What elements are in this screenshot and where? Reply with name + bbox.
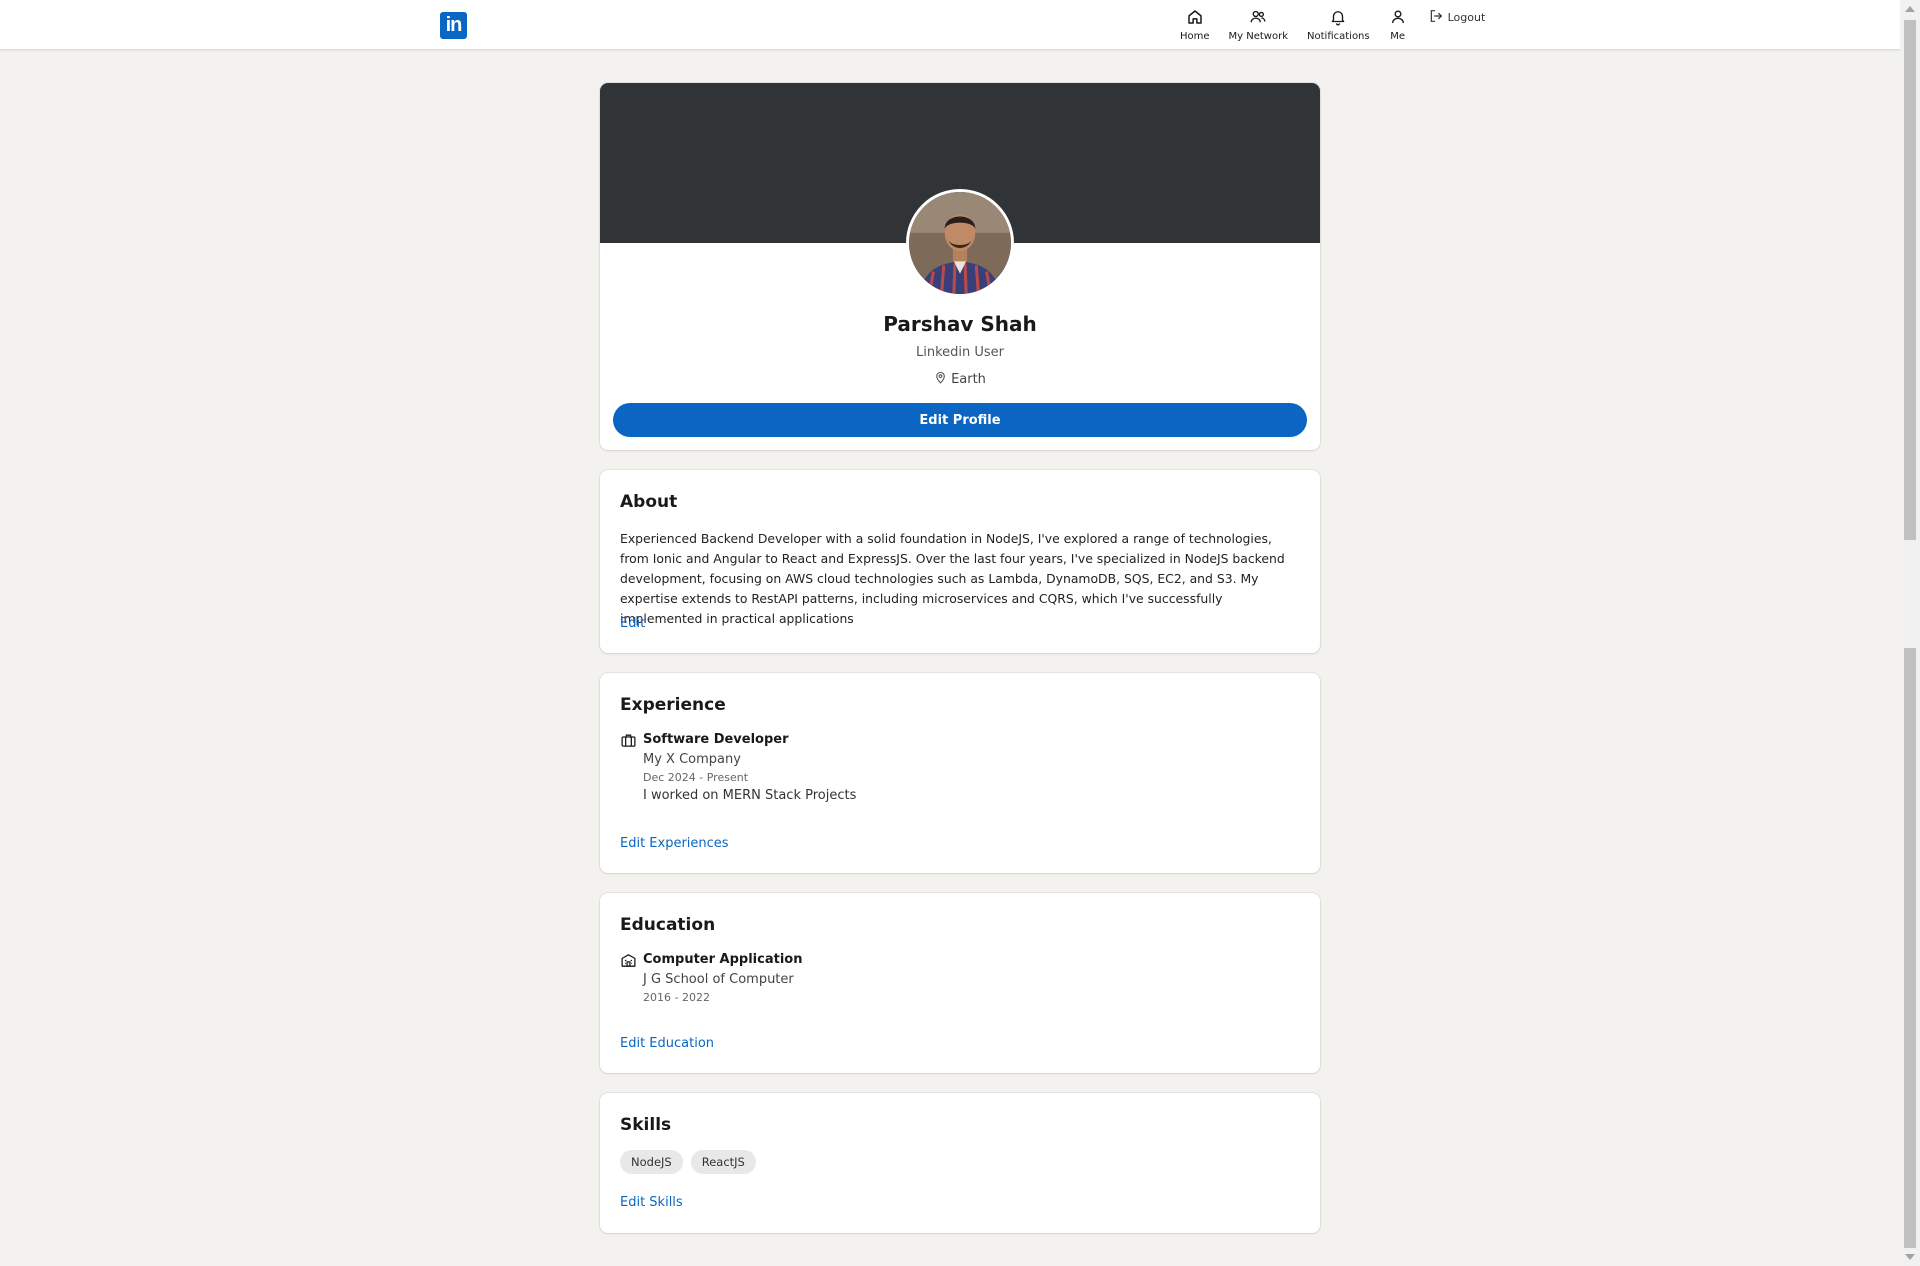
nav-me-label: Me xyxy=(1390,31,1405,42)
nav-home[interactable]: Home xyxy=(1180,8,1210,42)
experience-title: Experience xyxy=(620,695,726,715)
skill-tag: NodeJS xyxy=(620,1150,683,1174)
edit-education-link[interactable]: Edit Education xyxy=(620,1036,714,1051)
education-title: Education xyxy=(620,915,716,935)
scroll-down-arrow-icon[interactable] xyxy=(1905,1254,1915,1260)
location-pin-icon xyxy=(934,371,951,388)
nav-home-label: Home xyxy=(1180,31,1210,42)
about-card: About Experienced Backend Developer with… xyxy=(600,470,1320,653)
avatar[interactable] xyxy=(906,189,1014,297)
about-title: About xyxy=(620,492,678,512)
scrollbar-track-upper[interactable] xyxy=(1904,20,1916,540)
profile-location: Earth xyxy=(600,371,1320,388)
nav-notifications-label: Notifications xyxy=(1307,31,1370,42)
bell-icon xyxy=(1329,8,1347,30)
avatar-photo xyxy=(909,192,1011,294)
page-scrollbar[interactable] xyxy=(1900,0,1920,1266)
edit-about-link[interactable]: Edit xyxy=(620,616,645,631)
skills-card: Skills NodeJS ReactJS Edit Skills xyxy=(600,1093,1320,1233)
school-icon xyxy=(620,952,637,969)
nav-notifications[interactable]: Notifications xyxy=(1307,8,1370,42)
skill-tag: ReactJS xyxy=(690,1150,756,1174)
edit-experiences-link[interactable]: Edit Experiences xyxy=(620,836,729,851)
home-icon xyxy=(1186,8,1204,30)
nav-me[interactable]: Me xyxy=(1389,8,1407,42)
edit-profile-button[interactable]: Edit Profile xyxy=(613,403,1307,437)
briefcase-icon xyxy=(620,732,637,749)
linkedin-logo[interactable]: in xyxy=(440,12,467,39)
nav-items: Home My Network Notifications Me Logout xyxy=(1180,8,1485,42)
experience-description: I worked on MERN Stack Projects xyxy=(643,788,857,803)
education-card: Education Computer Application J G Schoo… xyxy=(600,893,1320,1073)
profile-name: Parshav Shah xyxy=(883,312,1037,336)
logout-icon xyxy=(1428,8,1448,27)
nav-my-network[interactable]: My Network xyxy=(1229,8,1288,42)
experience-job-title: Software Developer xyxy=(643,732,789,747)
scroll-up-arrow-icon[interactable] xyxy=(1905,6,1915,12)
about-text: Experienced Backend Developer with a sol… xyxy=(620,531,1285,626)
logout-label: Logout xyxy=(1447,10,1486,24)
top-navigation-bar: in Home My Network Notifications Me Logo… xyxy=(0,0,1900,50)
experience-dates: Dec 2024 - Present xyxy=(643,771,749,784)
experience-company: My X Company xyxy=(643,752,741,767)
profile-card: Parshav Shah Linkedin User Earth Edit Pr… xyxy=(600,83,1320,450)
network-icon xyxy=(1249,8,1267,30)
skills-list: NodeJS ReactJS xyxy=(620,1150,764,1174)
scrollbar-thumb[interactable] xyxy=(1904,648,1916,1248)
nav-my-network-label: My Network xyxy=(1228,31,1289,42)
user-icon xyxy=(1389,8,1407,30)
logout-button[interactable]: Logout xyxy=(1428,0,1486,34)
education-dates: 2016 - 2022 xyxy=(643,991,710,1004)
profile-headline: Linkedin User xyxy=(915,345,1005,360)
skills-title: Skills xyxy=(620,1115,672,1135)
education-school: J G School of Computer xyxy=(643,972,794,987)
education-degree: Computer Application xyxy=(643,952,803,967)
edit-skills-link[interactable]: Edit Skills xyxy=(620,1195,683,1210)
experience-card: Experience Software Developer My X Compa… xyxy=(600,673,1320,873)
profile-location-text: Earth xyxy=(951,372,986,387)
